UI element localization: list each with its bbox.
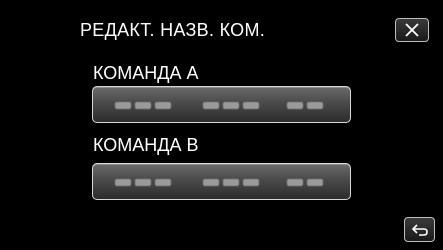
masked-char — [135, 179, 151, 186]
masked-char — [115, 102, 131, 109]
masked-char — [307, 102, 323, 109]
return-icon — [411, 223, 428, 236]
masked-char — [115, 179, 131, 186]
close-icon — [405, 23, 419, 37]
masked-char — [223, 179, 239, 186]
close-button[interactable] — [395, 18, 429, 42]
masked-char — [307, 179, 323, 186]
masked-char — [155, 179, 171, 186]
masked-char — [243, 102, 259, 109]
masked-char — [243, 179, 259, 186]
team-b-name-field[interactable] — [92, 163, 351, 200]
masked-char — [287, 102, 303, 109]
masked-char — [135, 102, 151, 109]
masked-char — [287, 179, 303, 186]
masked-char — [203, 179, 219, 186]
masked-char — [223, 102, 239, 109]
masked-char — [155, 102, 171, 109]
page-title: РЕДАКТ. НАЗВ. КОМ. — [80, 20, 266, 40]
back-button[interactable] — [404, 217, 435, 242]
masked-char — [203, 102, 219, 109]
team-a-name-field[interactable] — [92, 86, 351, 123]
team-a-label: КОМАНДА A — [93, 63, 199, 83]
team-b-label: КОМАНДА B — [93, 135, 199, 155]
